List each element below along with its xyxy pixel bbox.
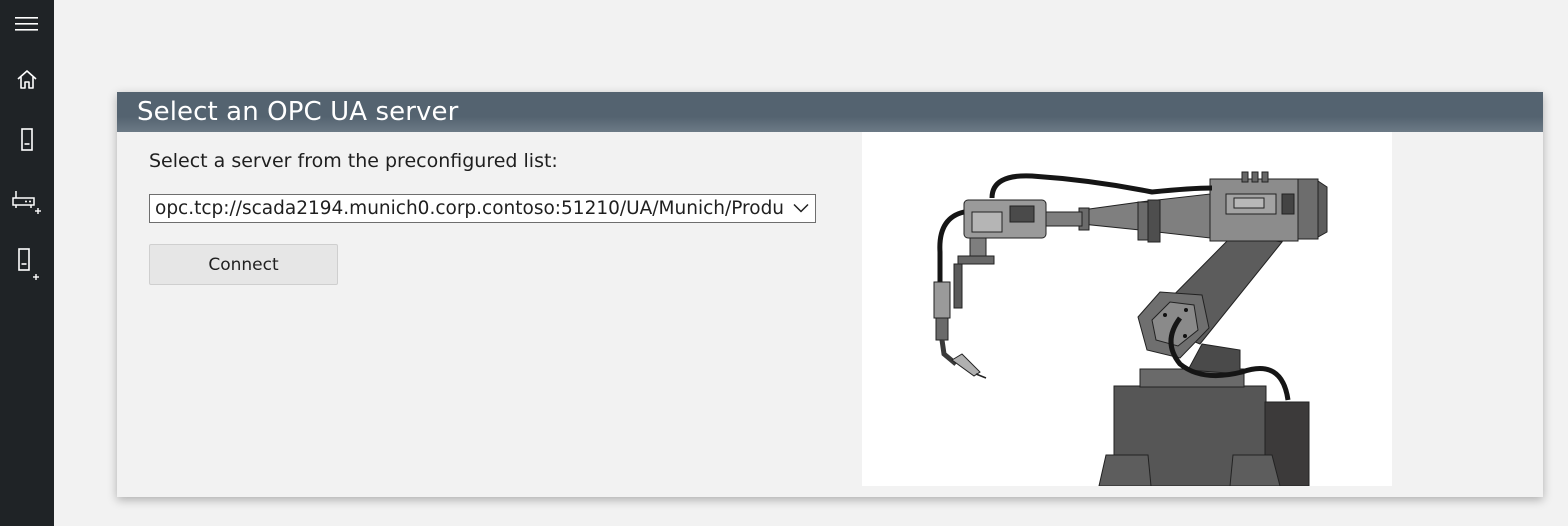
connect-button[interactable]: Connect bbox=[149, 244, 338, 285]
add-device-button[interactable] bbox=[0, 240, 54, 288]
home-button[interactable] bbox=[0, 56, 54, 104]
server-list-label: Select a server from the preconfigured l… bbox=[149, 150, 558, 172]
device-button[interactable] bbox=[0, 116, 54, 164]
server-url-value: opc.tcp://scada2194.munich0.corp.contoso… bbox=[155, 198, 785, 219]
add-gateway-icon bbox=[12, 191, 41, 214]
home-icon bbox=[17, 70, 37, 89]
robot-arm-image bbox=[862, 132, 1392, 486]
industrial-robot-icon bbox=[933, 171, 1328, 486]
hamburger-menu-icon bbox=[15, 17, 38, 31]
add-gateway-button[interactable] bbox=[0, 178, 54, 226]
device-icon bbox=[21, 128, 33, 151]
hamburger-menu-button[interactable] bbox=[0, 0, 54, 48]
chevron-down-icon bbox=[793, 203, 809, 213]
page-title: Select an OPC UA server bbox=[137, 97, 459, 127]
sidebar bbox=[0, 0, 54, 526]
server-url-dropdown[interactable]: opc.tcp://scada2194.munich0.corp.contoso… bbox=[149, 194, 816, 223]
panel-header: Select an OPC UA server bbox=[117, 92, 1543, 132]
server-selection-panel: Select an OPC UA server Select a server … bbox=[117, 92, 1543, 497]
add-device-icon bbox=[18, 248, 39, 280]
